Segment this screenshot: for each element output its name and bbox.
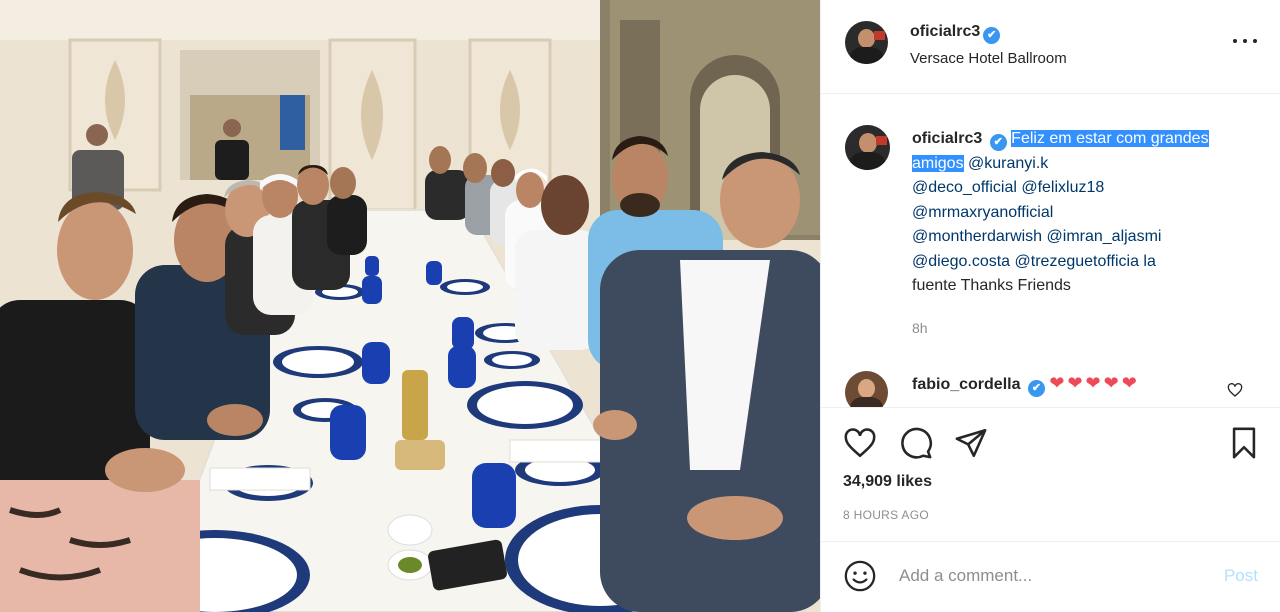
author-username[interactable]: oficialrc3 xyxy=(910,23,980,40)
post-photo[interactable] xyxy=(0,0,820,612)
comment-text: fabio_cordella ✔ ❤❤❤❤❤ xyxy=(912,373,1140,397)
share-icon[interactable] xyxy=(954,426,988,460)
post-timestamp[interactable]: 8 HOURS AGO xyxy=(843,508,929,522)
caption-avatar[interactable] xyxy=(845,125,890,170)
comment-hearts: ❤❤❤❤❤ xyxy=(1049,373,1140,393)
comment-input[interactable] xyxy=(899,562,1199,590)
post-location[interactable]: Versace Hotel Ballroom xyxy=(910,50,1067,67)
verified-icon: ✔ xyxy=(989,134,1007,151)
group-dinner-photo xyxy=(0,0,820,612)
caption-line-4[interactable]: @montherdarwish @imran_aljasmi xyxy=(912,228,1161,245)
caption-line-2[interactable]: @deco_official @felixluz18 xyxy=(912,179,1104,196)
caption-username[interactable]: oficialrc3 xyxy=(912,130,982,147)
comments-area: oficialrc3 ✔ Feliz em estar com grandes … xyxy=(821,95,1280,407)
caption-line-1[interactable]: @kuranyi.k xyxy=(964,155,1048,172)
comment-like-icon[interactable] xyxy=(1227,382,1243,398)
bookmark-icon[interactable] xyxy=(1227,426,1261,460)
caption-line-3[interactable]: @mrmaxryanofficial xyxy=(912,204,1053,221)
emoji-icon[interactable] xyxy=(843,559,877,593)
commenter-avatar[interactable] xyxy=(845,371,888,407)
caption-line-6: fuente Thanks Friends xyxy=(912,277,1071,294)
author-username-row: oficialrc3 ✔ xyxy=(910,23,1001,44)
author-avatar[interactable] xyxy=(845,21,888,64)
comment-icon[interactable] xyxy=(899,426,933,460)
caption-time[interactable]: 8h xyxy=(912,320,928,336)
caption-text: oficialrc3 ✔ Feliz em estar com grandes … xyxy=(912,127,1252,299)
add-comment-bar: Post xyxy=(821,541,1280,612)
verified-icon: ✔ xyxy=(983,27,1001,44)
verified-icon: ✔ xyxy=(1027,380,1045,397)
post-actions: 34,909 likes 8 HOURS AGO xyxy=(821,407,1280,555)
heart-icon[interactable] xyxy=(843,426,877,460)
comment-username[interactable]: fabio_cordella xyxy=(912,376,1020,393)
post-sidebar: oficialrc3 ✔ Versace Hotel Ballroom ofici… xyxy=(820,0,1280,612)
likes-count[interactable]: 34,909 likes xyxy=(843,473,932,491)
caption-line-5[interactable]: @diego.costa @trezeguetofficia la xyxy=(912,253,1156,270)
post-header: oficialrc3 ✔ Versace Hotel Ballroom xyxy=(821,0,1280,94)
post-comment-button[interactable]: Post xyxy=(1224,566,1258,586)
more-horizontal-icon[interactable] xyxy=(1231,34,1259,48)
